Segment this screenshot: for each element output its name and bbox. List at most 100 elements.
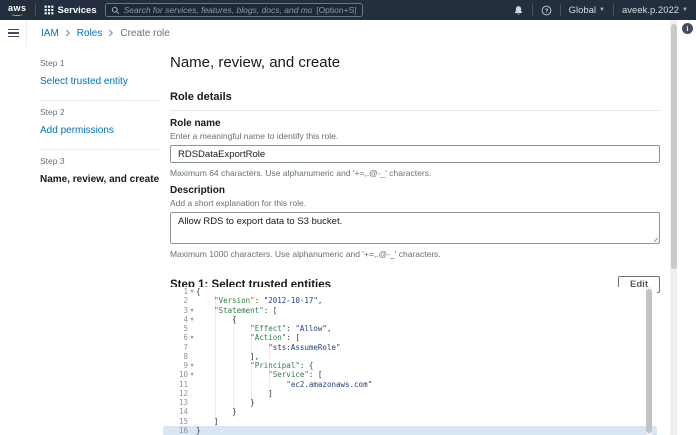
editor-line-code[interactable]: "Principal": { <box>196 361 313 370</box>
editor-line-gutter[interactable]: 7 <box>163 343 196 352</box>
editor-line-gutter[interactable]: 10▼ <box>163 370 196 379</box>
search-bar[interactable]: [Option+S] <box>105 3 363 17</box>
editor-scrollbar[interactable] <box>646 287 652 435</box>
editor-line-gutter[interactable]: 6▼ <box>163 333 196 342</box>
fold-spacer <box>188 417 196 426</box>
editor-line-code[interactable]: ] <box>196 417 219 426</box>
fold-spacer <box>188 426 196 435</box>
aws-logo[interactable]: aws <box>8 4 27 16</box>
editor-line[interactable]: 10▼ "Service": [ <box>163 370 657 379</box>
editor-line-code[interactable]: "Effect": "Allow", <box>196 324 331 333</box>
editor-line[interactable]: 6▼ "Action": [ <box>163 333 657 342</box>
editor-line-gutter[interactable]: 8 <box>163 352 196 361</box>
region-selector[interactable]: Global ▼ <box>569 5 605 16</box>
page-scrollbar[interactable] <box>670 20 677 435</box>
editor-line-code[interactable]: } <box>196 426 201 435</box>
editor-line[interactable]: 14 } <box>163 407 657 416</box>
page-scrollbar-thumb[interactable] <box>671 24 677 269</box>
editor-line-gutter[interactable]: 16 <box>163 426 196 435</box>
services-menu-button[interactable]: Services <box>44 5 97 16</box>
editor-line-code[interactable]: { <box>196 287 201 296</box>
fold-spacer <box>188 398 196 407</box>
caret-down-icon: ▼ <box>599 7 605 13</box>
editor-line-code[interactable]: "Action": [ <box>196 333 300 342</box>
role-name-constraint: Maximum 64 characters. Use alphanumeric … <box>170 168 660 178</box>
step-current-name-review-create: Name, review, and create <box>40 174 159 185</box>
editor-scrollbar-thumb[interactable] <box>646 289 652 433</box>
fold-toggle-icon[interactable]: ▼ <box>188 361 196 370</box>
editor-line-code[interactable]: "Service": [ <box>196 370 322 379</box>
region-label: Global <box>569 5 596 16</box>
editor-line-code[interactable]: } <box>196 398 255 407</box>
step-link-select-trusted-entity[interactable]: Select trusted entity <box>40 76 128 87</box>
editor-line-code[interactable]: } <box>196 407 237 416</box>
editor-line[interactable]: 4▼ { <box>163 315 657 324</box>
search-input[interactable] <box>124 5 313 15</box>
section-divider <box>170 110 660 111</box>
editor-line-gutter[interactable]: 3▼ <box>163 306 196 315</box>
fold-spacer <box>188 380 196 389</box>
svg-text:?: ? <box>544 8 548 14</box>
topbar-divider <box>532 4 533 16</box>
chevron-right-icon <box>108 29 114 37</box>
account-label: aveek.p.2022 <box>622 5 679 16</box>
editor-line[interactable]: 1▼{ <box>163 287 657 296</box>
editor-line-code[interactable]: ], <box>196 352 259 361</box>
editor-line[interactable]: 9▼ "Principal": { <box>163 361 657 370</box>
step-number: Step 3 <box>40 156 160 166</box>
editor-line[interactable]: 11 "ec2.amazonaws.com" <box>163 380 657 389</box>
editor-line-code[interactable]: ] <box>196 389 273 398</box>
notifications-bell-icon[interactable] <box>513 5 524 16</box>
editor-line[interactable]: 13 } <box>163 398 657 407</box>
help-icon[interactable]: ? <box>541 5 552 16</box>
fold-toggle-icon[interactable]: ▼ <box>188 315 196 324</box>
breadcrumb-link-roles[interactable]: Roles <box>77 28 103 39</box>
iam-create-role-page: aws Services [Option+S] <box>0 0 696 435</box>
breadcrumb-link-iam[interactable]: IAM <box>41 28 59 39</box>
editor-line-gutter[interactable]: 14 <box>163 407 196 416</box>
editor-line[interactable]: 12 ] <box>163 389 657 398</box>
role-name-input[interactable] <box>170 145 660 163</box>
editor-line[interactable]: 3▼ "Statement": [ <box>163 306 657 315</box>
editor-line-gutter[interactable]: 12 <box>163 389 196 398</box>
editor-line-code[interactable]: "ec2.amazonaws.com" <box>196 380 372 389</box>
services-grid-icon <box>44 5 54 15</box>
editor-line-gutter[interactable]: 11 <box>163 380 196 389</box>
main-content: Name, review, and create Role details Ro… <box>170 46 660 293</box>
editor-line[interactable]: 15 ] <box>163 417 657 426</box>
editor-line[interactable]: 7 "sts:AssumeRole" <box>163 343 657 352</box>
editor-line-gutter[interactable]: 15 <box>163 417 196 426</box>
editor-line-code[interactable]: "Statement": [ <box>196 306 277 315</box>
editor-line-code[interactable]: "Version": "2012-10-17", <box>196 296 322 305</box>
search-icon <box>111 6 120 15</box>
editor-line-code[interactable]: "sts:AssumeRole" <box>196 343 341 352</box>
description-field-wrap: Allow RDS to export data to S3 bucket. <box>170 212 660 244</box>
editor-line[interactable]: 16} <box>163 426 657 435</box>
editor-line-code[interactable]: { <box>196 315 237 324</box>
editor-line-gutter[interactable]: 1▼ <box>163 287 196 296</box>
fold-spacer <box>188 343 196 352</box>
step-link-add-permissions[interactable]: Add permissions <box>40 125 114 136</box>
account-menu[interactable]: aveek.p.2022 ▼ <box>622 5 688 16</box>
fold-spacer <box>188 407 196 416</box>
editor-line-gutter[interactable]: 13 <box>163 398 196 407</box>
breadcrumb-bar: IAM Roles Create role <box>0 20 696 46</box>
description-textarea[interactable]: Allow RDS to export data to S3 bucket. <box>170 212 660 244</box>
fold-toggle-icon[interactable]: ▼ <box>188 333 196 342</box>
editor-line-gutter[interactable]: 5 <box>163 324 196 333</box>
editor-line-gutter[interactable]: 9▼ <box>163 361 196 370</box>
editor-line[interactable]: 2 "Version": "2012-10-17", <box>163 296 657 305</box>
fold-toggle-icon[interactable]: ▼ <box>188 370 196 379</box>
fold-toggle-icon[interactable]: ▼ <box>188 306 196 315</box>
editor-line-gutter[interactable]: 2 <box>163 296 196 305</box>
editor-line[interactable]: 8 ], <box>163 352 657 361</box>
info-icon[interactable]: i <box>682 23 693 34</box>
menu-icon[interactable] <box>0 20 26 46</box>
aws-smile-icon <box>11 12 23 16</box>
editor-line[interactable]: 5 "Effect": "Allow", <box>163 324 657 333</box>
editor-line-gutter[interactable]: 4▼ <box>163 315 196 324</box>
trust-policy-code-editor[interactable]: 1▼{2 "Version": "2012-10-17",3▼ "Stateme… <box>163 287 657 435</box>
topbar-divider <box>560 4 561 16</box>
fold-toggle-icon[interactable]: ▼ <box>188 287 196 296</box>
step-nav-item-3: Step 3 Name, review, and create <box>40 149 160 198</box>
